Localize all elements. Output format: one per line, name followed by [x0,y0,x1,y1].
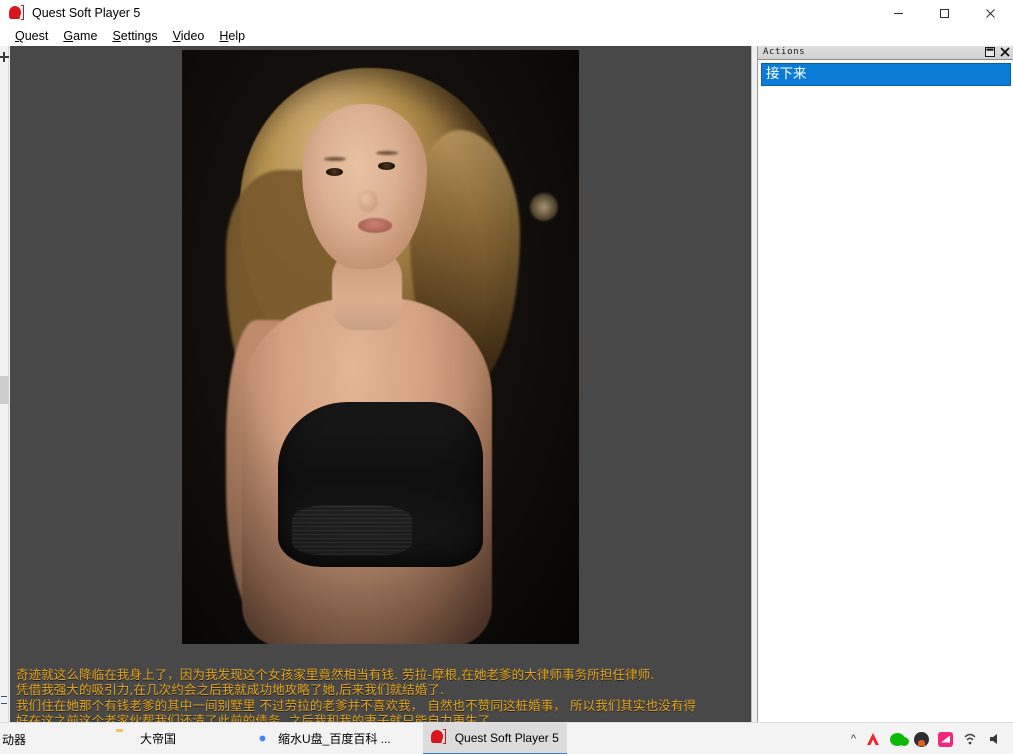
volume-icon[interactable] [987,731,1003,747]
taskbar-item-partial-label: 动器 [2,731,26,748]
story-line: 奇迹就这么降临在我身上了，因为我发现这个女孩家里竟然相当有钱. 劳拉-摩根,在她… [16,667,737,682]
close-button[interactable] [967,0,1013,26]
taskbar-item-chrome[interactable]: 缩水U盘_百度百科 ... [246,723,399,754]
scrollbar-mark-bottom [1,696,7,704]
actions-dock: Actions 接下来 [757,46,1013,722]
folder-icon [116,730,133,747]
image-mesh-panel [292,505,412,555]
taskbar-item-folder-label: 大帝国 [140,730,176,747]
minimize-button[interactable] [875,0,921,26]
menu-bar: Quest Game Settings Video Help [0,26,1013,46]
menu-game[interactable]: Game [56,27,105,45]
taskbar-item-chrome-label: 缩水U盘_百度百科 ... [278,730,391,747]
taskbar: 动器 大帝国 缩水U盘_百度百科 ... Quest Soft Player 5… [0,722,1013,754]
window-controls [875,0,1013,26]
menu-settings[interactable]: Settings [105,27,165,45]
app-dark-icon[interactable] [914,732,929,747]
image-lips [358,218,392,233]
actions-dock-header-buttons [985,47,1010,57]
taskbar-item-folder[interactable]: 大帝国 [108,723,184,754]
story-line: 凭借我强大的吸引力,在几次约会之后我就成功地攻略了她,后来我们就结婚了. [16,682,737,697]
menu-quest[interactable]: Quest [8,27,56,45]
menu-settings-label: ettings [121,29,158,43]
menu-quest-label: uest [25,29,49,43]
game-viewport[interactable] [10,46,752,722]
scrollbar-thumb[interactable] [0,376,9,404]
chrome-icon [254,730,271,747]
menu-video[interactable]: Video [166,27,213,45]
story-line: 好在这之前这个老家伙帮我们还清了此前的债务, 之后我和我的妻子就只能自力更生了 [16,713,737,722]
story-text-panel: 奇迹就这么降临在我身上了，因为我发现这个女孩家里竟然相当有钱. 劳拉-摩根,在她… [10,662,741,722]
taskbar-item-partial[interactable]: 动器 [0,723,26,754]
image-nose [358,190,378,212]
image-eye-right [378,162,395,170]
title-bar: Quest Soft Player 5 [0,0,1013,26]
story-line: 我们住在她那个有钱老爹的其中一间别墅里 不过劳拉的老爹并不喜欢我， 自然也不赞同… [16,698,737,713]
adobe-icon[interactable] [865,731,881,747]
image-eyebrow-right [376,151,398,155]
story-image [182,50,579,644]
quest-logo-icon [431,729,448,746]
wifi-icon[interactable] [962,731,978,747]
action-item-selected[interactable]: 接下来 [761,63,1011,86]
system-tray: ^ [851,723,1009,754]
window-title: Quest Soft Player 5 [32,0,140,26]
quest-soft-player-window: Quest Soft Player 5 Quest Game Settings … [0,0,1013,754]
menu-game-label: ame [73,29,97,43]
taskbar-item-quest-soft-player[interactable]: Quest Soft Player 5 [423,723,567,754]
quest-logo-icon [9,5,25,21]
image-eye-left [326,168,343,176]
menu-help[interactable]: Help [212,27,253,45]
maximize-button[interactable] [921,0,967,26]
wechat-icon[interactable] [890,733,905,746]
scrollbar-mark-top-vertical [3,52,5,62]
left-scrollbar[interactable] [0,46,9,722]
content-area: 奇迹就这么降临在我身上了，因为我发现这个女孩家里竟然相当有钱. 劳拉-摩根,在她… [0,46,1013,722]
image-bokeh-light [530,193,558,221]
float-icon[interactable] [985,47,995,57]
app-pink-icon[interactable] [938,732,953,747]
actions-list: 接下来 [758,61,1013,722]
menu-video-label: ideo [181,29,205,43]
close-icon[interactable] [1000,47,1010,57]
chevron-up-icon[interactable]: ^ [851,734,856,745]
taskbar-item-quest-label: Quest Soft Player 5 [455,731,559,745]
actions-dock-header: Actions [758,46,1013,60]
actions-dock-title: Actions [758,46,805,59]
image-eyebrow-left [324,157,346,161]
menu-help-label: elp [228,29,245,43]
